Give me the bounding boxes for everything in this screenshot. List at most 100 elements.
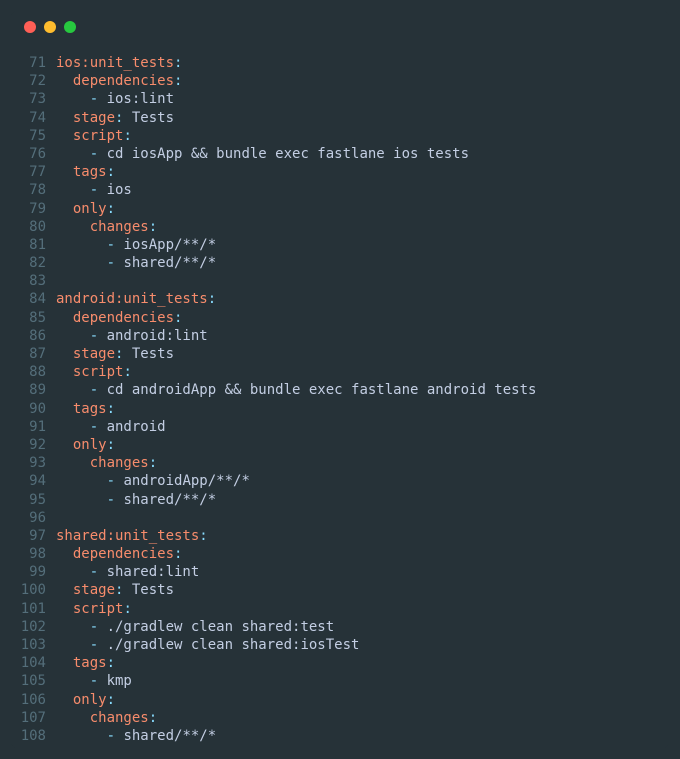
token-punct: : — [199, 528, 207, 544]
code-content: stage: Tests — [56, 345, 174, 363]
token-dash: - — [90, 419, 107, 435]
line-number: 82 — [10, 254, 56, 272]
code-line: 78 - ios — [10, 181, 670, 199]
token-punct: : — [208, 291, 216, 307]
token-key: changes — [90, 455, 149, 471]
code-line: 74 stage: Tests — [10, 109, 670, 127]
code-content: - shared/**/* — [56, 491, 216, 509]
token-punct: : — [107, 401, 115, 417]
token-dash: - — [107, 492, 124, 508]
minimize-icon[interactable] — [44, 21, 56, 33]
line-number: 80 — [10, 218, 56, 236]
line-number: 83 — [10, 272, 56, 290]
code-line: 90 tags: — [10, 400, 670, 418]
code-line: 94 - androidApp/**/* — [10, 472, 670, 490]
code-line: 97shared:unit_tests: — [10, 527, 670, 545]
line-number: 96 — [10, 509, 56, 527]
line-number: 88 — [10, 363, 56, 381]
line-number: 79 — [10, 200, 56, 218]
token-punct: : — [107, 201, 115, 217]
token-punct: : — [107, 437, 115, 453]
line-number: 95 — [10, 491, 56, 509]
code-content: - shared/**/* — [56, 727, 216, 745]
token-str: ./gradlew clean shared:test — [107, 619, 335, 635]
code-line: 75 script: — [10, 127, 670, 145]
token-key: stage — [73, 346, 115, 362]
code-line: 88 script: — [10, 363, 670, 381]
line-number: 73 — [10, 90, 56, 108]
token-key: only — [73, 437, 107, 453]
code-line: 96 — [10, 509, 670, 527]
token-punct: : — [123, 128, 131, 144]
code-line: 85 dependencies: — [10, 309, 670, 327]
code-content: dependencies: — [56, 72, 182, 90]
token-dash: - — [90, 673, 107, 689]
token-punct: : — [149, 455, 157, 471]
code-content: script: — [56, 600, 132, 618]
token-str: ios — [107, 182, 132, 198]
token-punct: : — [123, 364, 131, 380]
line-number: 74 — [10, 109, 56, 127]
line-number: 86 — [10, 327, 56, 345]
code-line: 108 - shared/**/* — [10, 727, 670, 745]
code-line: 104 tags: — [10, 654, 670, 672]
maximize-icon[interactable] — [64, 21, 76, 33]
token-str: Tests — [123, 110, 174, 126]
line-number: 87 — [10, 345, 56, 363]
code-content: - cd iosApp && bundle exec fastlane ios … — [56, 145, 469, 163]
code-content: tags: — [56, 163, 115, 181]
token-key: dependencies — [73, 73, 174, 89]
token-key: shared:unit_tests — [56, 528, 199, 544]
token-str: ios:lint — [107, 91, 174, 107]
line-number: 89 — [10, 381, 56, 399]
token-key: script — [73, 128, 124, 144]
code-content: - androidApp/**/* — [56, 472, 250, 490]
code-line: 87 stage: Tests — [10, 345, 670, 363]
token-punct: : — [149, 219, 157, 235]
code-line: 84android:unit_tests: — [10, 290, 670, 308]
code-content: only: — [56, 691, 115, 709]
token-punct: : — [149, 710, 157, 726]
line-number: 91 — [10, 418, 56, 436]
code-content: shared:unit_tests: — [56, 527, 208, 545]
token-key: only — [73, 692, 107, 708]
code-line: 71ios:unit_tests: — [10, 54, 670, 72]
code-line: 81 - iosApp/**/* — [10, 236, 670, 254]
code-line: 89 - cd androidApp && bundle exec fastla… — [10, 381, 670, 399]
token-dash: - — [90, 146, 107, 162]
token-str: iosApp/**/* — [123, 237, 216, 253]
token-punct: : — [107, 164, 115, 180]
line-number: 98 — [10, 545, 56, 563]
token-str: Tests — [123, 582, 174, 598]
code-content: script: — [56, 127, 132, 145]
token-key: script — [73, 364, 124, 380]
line-number: 75 — [10, 127, 56, 145]
token-key: script — [73, 601, 124, 617]
token-str: shared/**/* — [123, 492, 216, 508]
token-str: kmp — [107, 673, 132, 689]
token-str: android:lint — [107, 328, 208, 344]
token-punct: : — [123, 601, 131, 617]
code-content: - ./gradlew clean shared:iosTest — [56, 636, 359, 654]
line-number: 84 — [10, 290, 56, 308]
line-number: 92 — [10, 436, 56, 454]
token-punct: : — [174, 55, 182, 71]
token-str: ./gradlew clean shared:iosTest — [107, 637, 360, 653]
code-area: 71ios:unit_tests:72 dependencies:73 - io… — [10, 44, 670, 749]
line-number: 108 — [10, 727, 56, 745]
token-punct: : — [107, 655, 115, 671]
code-line: 93 changes: — [10, 454, 670, 472]
line-number: 106 — [10, 691, 56, 709]
code-content: stage: Tests — [56, 581, 174, 599]
code-line: 105 - kmp — [10, 672, 670, 690]
token-key: tags — [73, 164, 107, 180]
code-line: 107 changes: — [10, 709, 670, 727]
code-content: - ./gradlew clean shared:test — [56, 618, 334, 636]
close-icon[interactable] — [24, 21, 36, 33]
code-content: - ios:lint — [56, 90, 174, 108]
token-str: cd iosApp && bundle exec fastlane ios te… — [107, 146, 469, 162]
code-content: tags: — [56, 654, 115, 672]
code-content: android:unit_tests: — [56, 290, 216, 308]
code-content: changes: — [56, 218, 157, 236]
code-content: only: — [56, 200, 115, 218]
